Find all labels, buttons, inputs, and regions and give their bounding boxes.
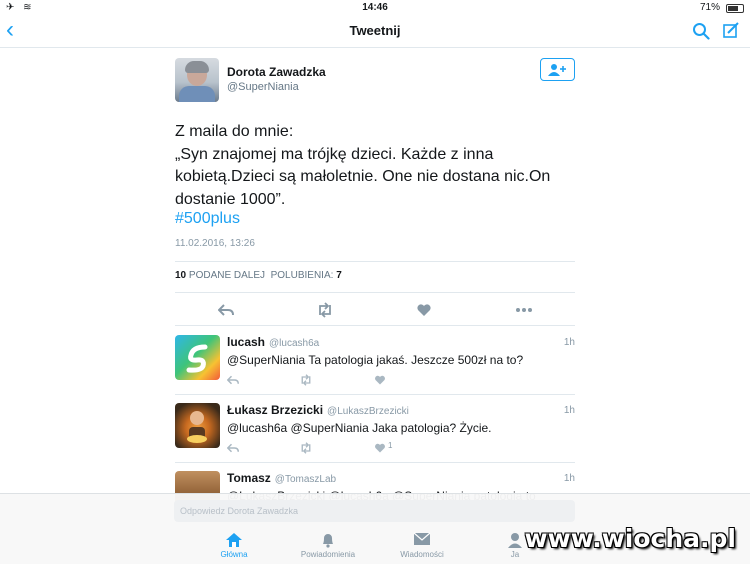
reply-author-handle: @lucash6a	[269, 338, 320, 349]
tab-label: Powiadomienia	[300, 550, 356, 559]
reply-author-handle: @TomaszLab	[274, 474, 337, 485]
reply-icon[interactable]	[217, 302, 234, 318]
tweet-line: „Syn znajomej ma trójkę dzieci. Każde z …	[175, 145, 494, 163]
retweet-icon[interactable]	[299, 441, 313, 459]
like-icon[interactable]	[374, 441, 386, 459]
reply-avatar[interactable]	[175, 335, 220, 380]
retweet-count[interactable]: 10	[175, 270, 186, 281]
retweet-icon[interactable]	[316, 302, 332, 318]
author-avatar[interactable]	[175, 58, 219, 102]
like-count: 1	[388, 441, 393, 450]
tab-notifications[interactable]: Powiadomienia	[288, 532, 368, 559]
author-handle[interactable]: @SuperNiania	[227, 81, 299, 93]
tab-messages[interactable]: Wiadomości	[382, 532, 462, 559]
reply-icon[interactable]	[226, 441, 239, 459]
reply-author-handle: @LukaszBrzezicki	[327, 406, 409, 417]
like-icon[interactable]	[416, 302, 432, 318]
reply-author-name: lucash	[227, 335, 266, 349]
reply-author-name: Łukasz Brzezicki	[227, 403, 324, 417]
divider	[175, 261, 575, 262]
retweet-icon[interactable]	[299, 373, 313, 391]
retweet-label[interactable]: PODANE DALEJ	[189, 270, 265, 281]
more-icon[interactable]	[515, 302, 532, 318]
reply-text: @lucash6a @SuperNiania Jaka patologia? Ż…	[227, 421, 492, 435]
reply-author[interactable]: Tomasz @TomaszLab	[227, 471, 336, 485]
reply-item[interactable]: Łukasz Brzezicki @LukaszBrzezicki 1h @luc…	[175, 395, 575, 463]
tweet-text: Z maila do mnie: „Syn znajomej ma trójkę…	[175, 121, 575, 211]
bell-icon	[323, 534, 333, 548]
tweet-stats: 10 PODANE DALEJ POLUBIENIA: 7	[175, 270, 342, 281]
tweet-line: kobietą.Dzieci są małoletnie. One nie do…	[175, 168, 551, 185]
divider	[175, 292, 575, 293]
reply-author[interactable]: Łukasz Brzezicki @LukaszBrzezicki	[227, 403, 409, 417]
tweet-date: 11.02.2016, 13:26	[175, 238, 255, 249]
person-icon	[508, 533, 522, 548]
author-name[interactable]: Dorota Zawadzka	[227, 65, 326, 79]
tab-label: Główna	[220, 550, 248, 559]
status-bar: ✈ ≋ 14:46 71%	[0, 0, 750, 16]
reply-input[interactable]	[174, 500, 575, 522]
tweet-line: Z maila do mnie:	[175, 123, 294, 140]
envelope-icon	[413, 532, 431, 545]
reply-author[interactable]: lucash @lucash6a	[227, 335, 319, 349]
battery-icon	[726, 4, 744, 13]
like-icon[interactable]	[374, 373, 386, 391]
reply-text: @SuperNiania Ta patologia jakaś. Jeszcze…	[227, 353, 524, 367]
reply-time: 1h	[563, 473, 575, 484]
reply-author-name: Tomasz	[227, 471, 271, 485]
reply-icon[interactable]	[226, 373, 239, 391]
reply-actions	[226, 373, 427, 386]
follow-button[interactable]	[540, 58, 575, 81]
divider	[175, 325, 575, 326]
clock: 14:46	[362, 2, 388, 13]
likes-label[interactable]: POLUBIENIA:	[271, 270, 334, 281]
reply-actions: 1	[226, 441, 427, 454]
tab-label: Wiadomości	[400, 550, 444, 559]
reply-item[interactable]: lucash @lucash6a 1h @SuperNiania Ta patol…	[175, 327, 575, 395]
page-title: Tweetnij	[349, 23, 401, 38]
battery-percent: 71%	[699, 2, 720, 13]
reply-time: 1h	[563, 405, 575, 416]
hashtag-link[interactable]: #500plus	[175, 210, 240, 228]
watermark: www.wiocha.pl	[524, 524, 736, 553]
compose-icon[interactable]	[722, 21, 740, 39]
add-user-icon	[547, 64, 566, 76]
home-icon	[226, 533, 242, 547]
tweet-line: dostanie 1000”.	[175, 190, 286, 208]
search-icon[interactable]	[692, 22, 710, 40]
navigation-bar: ‹ Tweetnij	[0, 16, 750, 48]
likes-count[interactable]: 7	[336, 270, 342, 281]
reply-time: 1h	[563, 337, 575, 348]
reply-avatar[interactable]	[175, 403, 220, 448]
tweet-actions	[175, 302, 575, 318]
tab-home[interactable]: Główna	[194, 532, 274, 559]
